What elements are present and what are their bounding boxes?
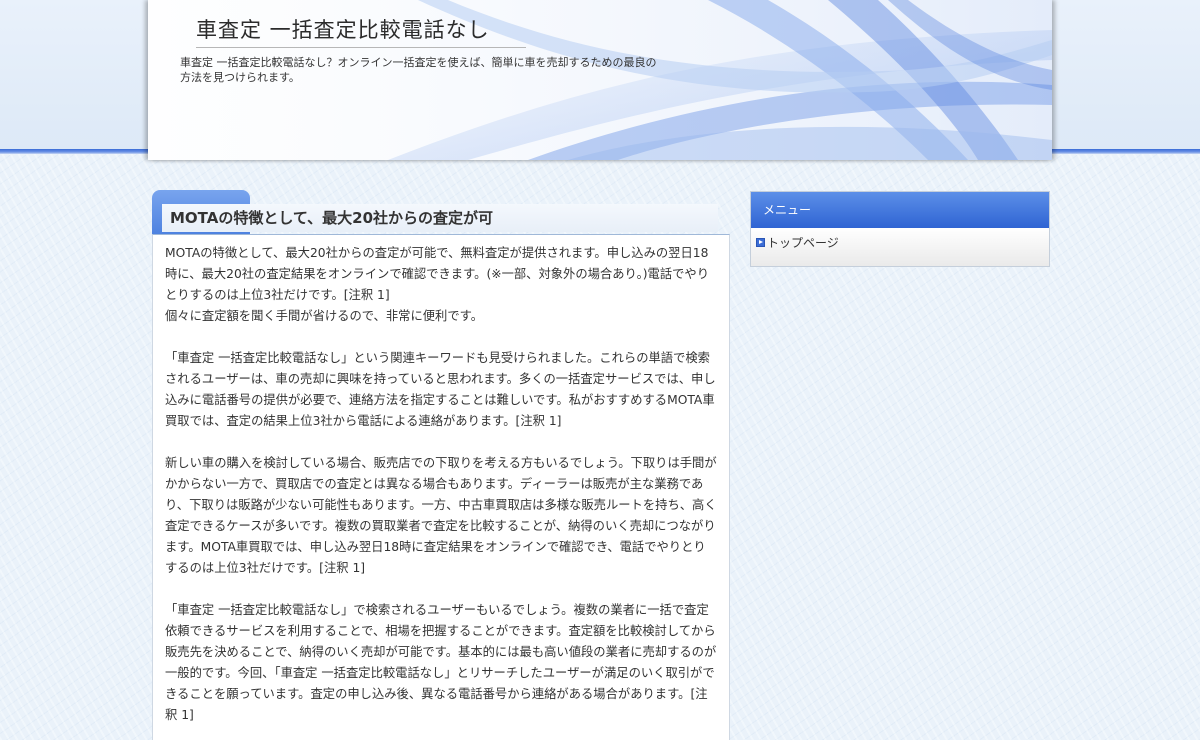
main-content: MOTAの特徴として、最大20社からの査定が可 MOTAの特徴として、最大20社… bbox=[152, 190, 730, 740]
sidebar-list: トップページ bbox=[751, 228, 1049, 266]
entry-text: MOTAの特徴として、最大20社からの査定が可能で、無料査定が提供されます。申し… bbox=[165, 243, 717, 740]
site-description: 車査定 一括査定比較電話なし？オンライン一括査定を使えば、簡単に車を売却するため… bbox=[180, 56, 657, 84]
sidebar-item-label[interactable]: トップページ bbox=[767, 234, 839, 251]
sidebar-heading: メニュー bbox=[751, 192, 1049, 228]
entry-paragraph-4: 「車査定 一括査定比較電話なし」で検索されるユーザーもいるでしょう。複数の業者に… bbox=[165, 603, 717, 722]
entry-title: MOTAの特徴として、最大20社からの査定が可 bbox=[170, 209, 494, 227]
site-title[interactable]: 車査定 一括査定比較電話なし bbox=[196, 14, 526, 48]
entry-body: MOTAの特徴として、最大20社からの査定が可能で、無料査定が提供されます。申し… bbox=[152, 234, 730, 740]
entry-paragraph-1: MOTAの特徴として、最大20社からの査定が可能で、無料査定が提供されます。申し… bbox=[165, 246, 710, 323]
sidebar-menu: メニュー トップページ bbox=[750, 191, 1050, 267]
entry-paragraph-2: 「車査定 一括査定比較電話なし」という関連キーワードも見受けられました。これらの… bbox=[165, 351, 716, 428]
site-header: 車査定 一括査定比較電話なし 車査定 一括査定比較電話なし？オンライン一括査定を… bbox=[148, 0, 1052, 160]
arrow-bullet-icon bbox=[756, 238, 765, 247]
sidebar-item-top-page[interactable]: トップページ bbox=[756, 228, 1049, 251]
entry-paragraph-3: 新しい車の購入を検討している場合、販売店での下取りを考える方もいるでしょう。下取… bbox=[165, 456, 717, 575]
